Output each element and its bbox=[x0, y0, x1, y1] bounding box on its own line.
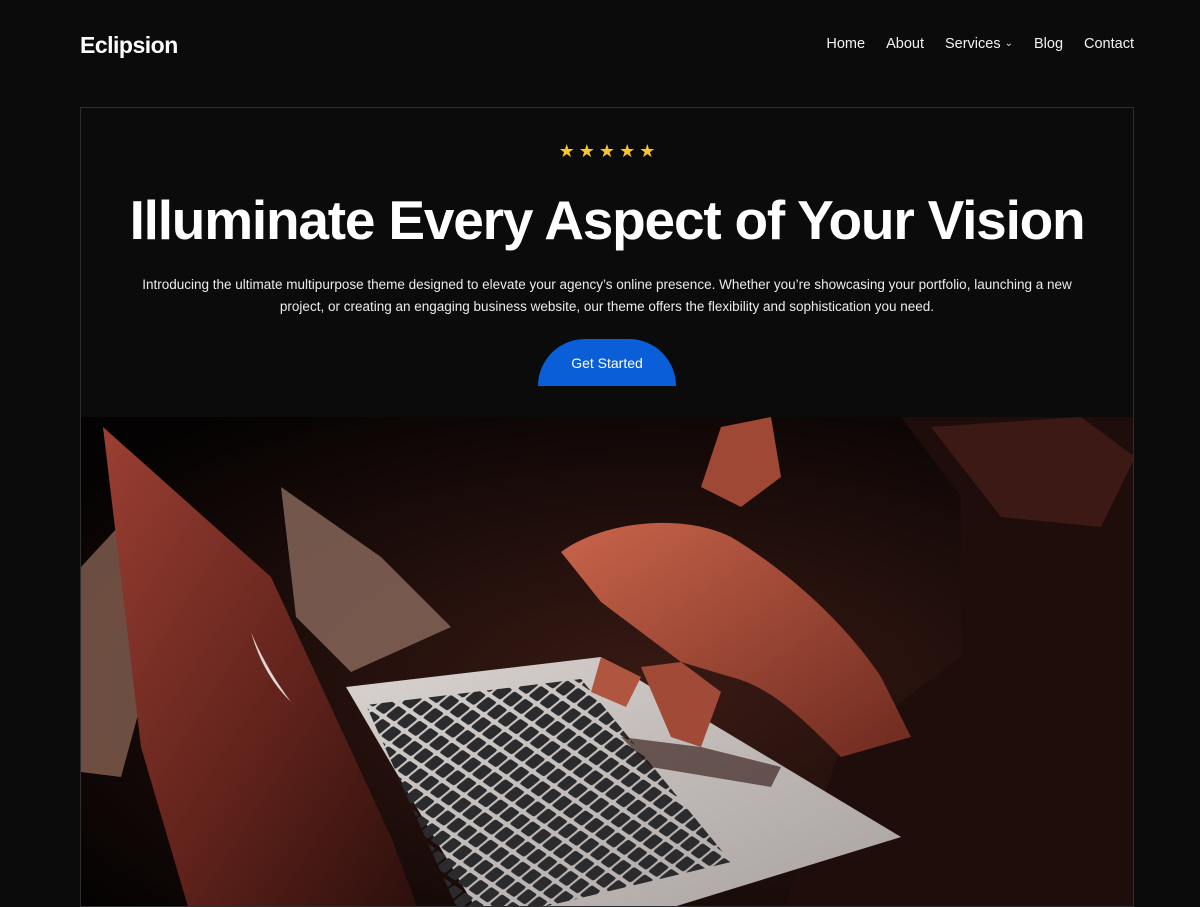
main-nav: Home About Services ⌄ Blog Contact bbox=[826, 36, 1134, 52]
hero-intro: Introducing the ultimate multipurpose th… bbox=[111, 274, 1103, 318]
site-header: Eclipsion Home About Services ⌄ Blog Con… bbox=[0, 0, 1200, 92]
star-icon: ★ bbox=[578, 141, 595, 161]
hero-intro-line-1: Introducing the ultimate multipurpose th… bbox=[142, 277, 1072, 292]
get-started-button[interactable]: Get Started bbox=[538, 339, 676, 386]
rating-stars: ★ ★ ★ ★ ★ bbox=[81, 142, 1133, 160]
star-icon: ★ bbox=[639, 141, 656, 161]
nav-item-blog[interactable]: Blog bbox=[1034, 36, 1063, 52]
star-icon: ★ bbox=[598, 141, 616, 161]
laptop-typing-photo bbox=[81, 417, 1133, 906]
star-icon: ★ bbox=[619, 141, 636, 161]
hero-image bbox=[81, 417, 1133, 906]
hero-section: ★ ★ ★ ★ ★ Illuminate Every Aspect of Your Vi… bbox=[80, 107, 1134, 907]
nav-item-services-label: Services bbox=[944, 36, 1001, 52]
hero-headline: Illuminate Every Aspect of Your Vision bbox=[129, 189, 1086, 251]
hero-intro-line-2: project, or creating an engaging busines… bbox=[279, 299, 935, 314]
site-logo[interactable]: Eclipsion bbox=[80, 32, 178, 59]
nav-item-contact[interactable]: Contact bbox=[1084, 36, 1134, 52]
chevron-down-icon: ⌄ bbox=[1004, 37, 1013, 49]
nav-item-about[interactable]: About bbox=[886, 36, 924, 52]
star-icon: ★ bbox=[558, 141, 575, 161]
nav-item-home[interactable]: Home bbox=[826, 36, 865, 52]
nav-item-services[interactable]: Services ⌄ bbox=[945, 36, 1013, 52]
